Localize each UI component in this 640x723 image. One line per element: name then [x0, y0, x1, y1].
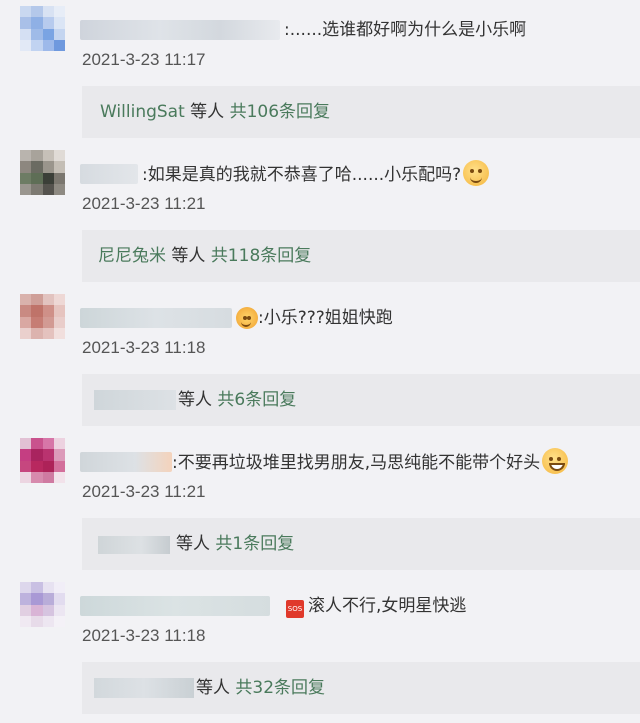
- comment-text-line: :......选谁都好啊为什么是小乐啊: [284, 16, 526, 44]
- reply-summary[interactable]: WillingSat 等人 共106条回复: [82, 86, 640, 138]
- comment-item: :小乐???姐姐快跑 2021-3-23 11:18 等人 共6条回复: [0, 288, 640, 432]
- reply-mid: 等人: [176, 534, 216, 554]
- username-blurred[interactable]: [80, 164, 138, 184]
- comment-item: :如果是真的我就不恭喜了哈......小乐配吗? 2021-3-23 11:21…: [0, 144, 640, 288]
- comment-item: :......选谁都好啊为什么是小乐啊 2021-3-23 11:17 Will…: [0, 0, 640, 144]
- comment-text-line: SOS 滚人不行,女明星快逃: [286, 592, 466, 620]
- username-blurred[interactable]: [80, 308, 232, 328]
- avatar[interactable]: [20, 6, 65, 51]
- comment-text-line: :小乐???姐姐快跑: [234, 304, 393, 332]
- sos-icon: SOS: [286, 600, 304, 618]
- reply-user[interactable]: WillingSat: [100, 102, 185, 122]
- comment-time: 2021-3-23 11:18: [82, 338, 206, 357]
- reply-user-blurred[interactable]: [94, 678, 194, 698]
- reply-mid: 等人: [178, 390, 218, 410]
- reply-summary-text: WillingSat 等人 共106条回复: [100, 99, 330, 125]
- reply-count-link[interactable]: 共106条回复: [230, 102, 330, 122]
- username-blurred[interactable]: [80, 596, 270, 616]
- comment-text: 不要再垃圾堆里找男朋友,马思纯能不能带个好头: [177, 453, 541, 473]
- grinning-emoji-icon: [463, 160, 490, 186]
- reply-mid: 等人: [166, 246, 211, 266]
- reply-summary[interactable]: 尼尼兔米 等人 共118条回复: [82, 230, 640, 282]
- comment-time: 2021-3-23 11:21: [82, 194, 206, 213]
- comment-text: 小乐???姐姐快跑: [263, 308, 393, 328]
- heart-eyes-emoji-icon: [236, 307, 258, 329]
- reply-summary-text: 等人 共6条回复: [178, 387, 296, 413]
- comment-text: 如果是真的我就不恭喜了哈......小乐配吗?: [147, 165, 462, 185]
- reply-summary[interactable]: 等人 共32条回复: [82, 662, 640, 714]
- comment-text: 滚人不行,女明星快逃: [308, 596, 467, 616]
- reply-summary-text: 等人 共1条回复: [176, 531, 294, 557]
- grin-emoji-icon: [542, 448, 569, 474]
- avatar[interactable]: [20, 438, 65, 483]
- comment-time: 2021-3-23 11:17: [82, 50, 206, 69]
- reply-user-blurred[interactable]: [94, 390, 176, 410]
- reply-summary-text: 等人 共32条回复: [196, 675, 325, 701]
- username-blurred[interactable]: [80, 20, 280, 40]
- reply-count-link[interactable]: 共1条回复: [215, 534, 294, 554]
- reply-count-link[interactable]: 共6条回复: [217, 390, 296, 410]
- reply-mid: 等人: [196, 678, 236, 698]
- reply-summary-text: 尼尼兔米 等人 共118条回复: [98, 243, 311, 269]
- comment-item: :不要再垃圾堆里找男朋友,马思纯能不能带个好头 2021-3-23 11:21 …: [0, 432, 640, 576]
- avatar[interactable]: [20, 582, 65, 627]
- reply-summary[interactable]: 等人 共1条回复: [82, 518, 640, 570]
- reply-mid: 等人: [184, 102, 230, 122]
- username-blurred[interactable]: [80, 452, 172, 472]
- comment-text-line: :如果是真的我就不恭喜了哈......小乐配吗?: [142, 160, 490, 188]
- avatar[interactable]: [20, 294, 65, 339]
- reply-summary[interactable]: 等人 共6条回复: [82, 374, 640, 426]
- reply-count-link[interactable]: 共32条回复: [235, 678, 325, 698]
- comment-text-line: :不要再垃圾堆里找男朋友,马思纯能不能带个好头: [172, 448, 569, 476]
- comment-item: SOS 滚人不行,女明星快逃 2021-3-23 11:18 等人 共32条回复: [0, 576, 640, 720]
- comment-time: 2021-3-23 11:18: [82, 626, 206, 645]
- avatar[interactable]: [20, 150, 65, 195]
- reply-user[interactable]: 尼尼兔米: [98, 246, 166, 266]
- reply-count-link[interactable]: 共118条回复: [211, 246, 311, 266]
- reply-user-blurred[interactable]: [98, 536, 170, 554]
- comment-time: 2021-3-23 11:21: [82, 482, 206, 501]
- comment-text: ......选谁都好啊为什么是小乐啊: [289, 20, 527, 40]
